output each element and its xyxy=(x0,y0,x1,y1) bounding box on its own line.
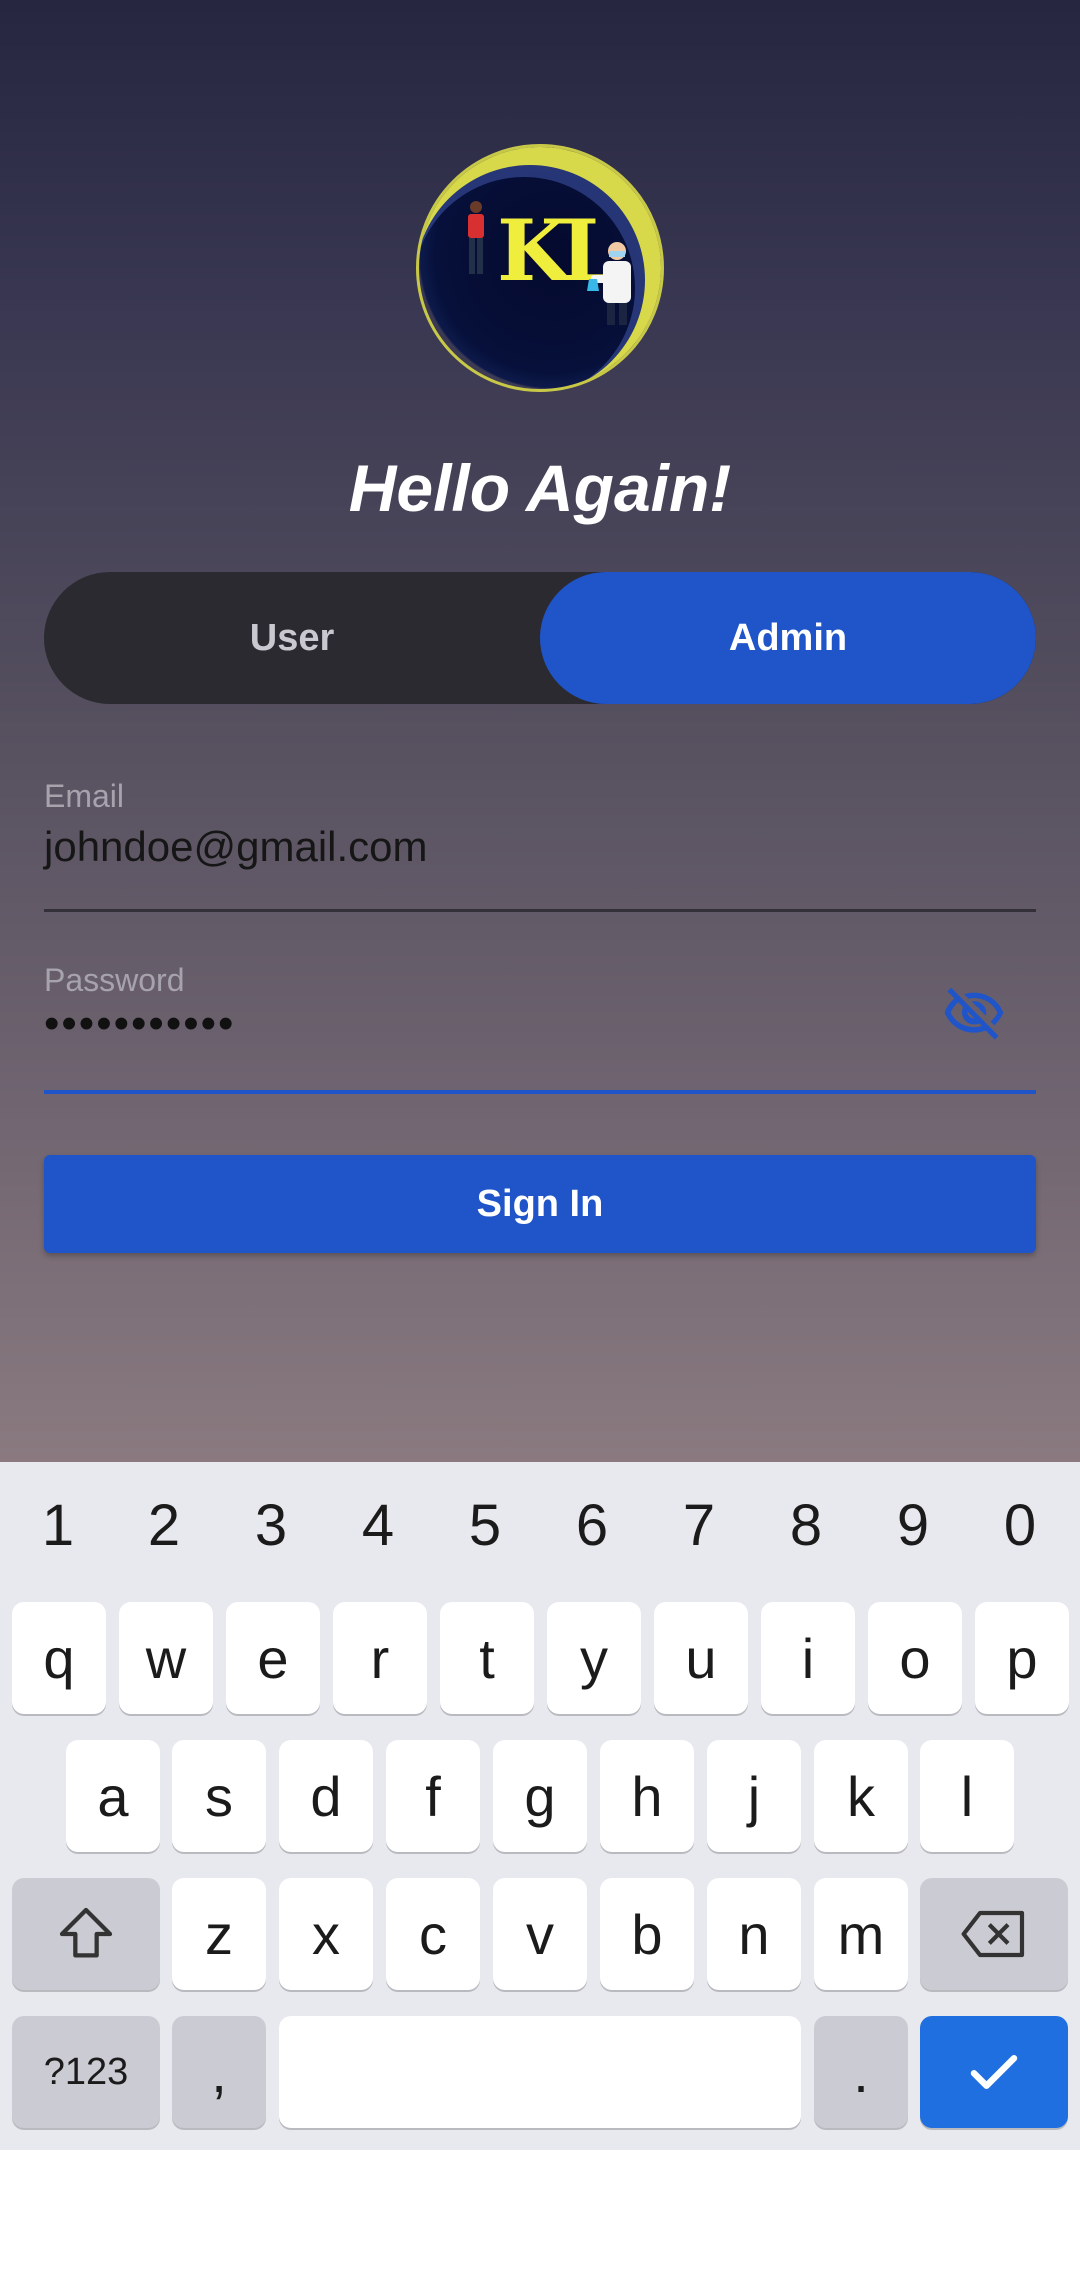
key-f[interactable]: f xyxy=(386,1740,480,1852)
shift-icon xyxy=(59,1907,113,1958)
role-toggle: User Admin xyxy=(44,572,1036,704)
key-o[interactable]: o xyxy=(868,1602,962,1714)
navigation-bar xyxy=(0,2150,1080,2280)
key-m[interactable]: m xyxy=(814,1878,908,1990)
key-u[interactable]: u xyxy=(654,1602,748,1714)
comma-key[interactable]: , xyxy=(172,2016,266,2128)
toggle-admin[interactable]: Admin xyxy=(540,572,1036,704)
key-w[interactable]: w xyxy=(119,1602,213,1714)
key-6[interactable]: 6 xyxy=(552,1492,632,1559)
key-x[interactable]: x xyxy=(279,1878,373,1990)
toggle-user[interactable]: User xyxy=(44,572,540,704)
key-y[interactable]: y xyxy=(547,1602,641,1714)
person-figure-icon xyxy=(468,201,484,274)
onscreen-keyboard: 1 2 3 4 5 6 7 8 9 0 q w e r t y u i o p … xyxy=(0,1462,1080,2150)
key-e[interactable]: e xyxy=(226,1602,320,1714)
key-3[interactable]: 3 xyxy=(231,1492,311,1559)
space-key[interactable] xyxy=(279,2016,801,2128)
key-g[interactable]: g xyxy=(493,1740,587,1852)
key-q[interactable]: q xyxy=(12,1602,106,1714)
email-input[interactable]: johndoe@gmail.com xyxy=(44,823,1036,871)
app-logo: KL xyxy=(416,144,664,392)
password-input[interactable]: ••••••••••• xyxy=(44,999,1036,1049)
key-t[interactable]: t xyxy=(440,1602,534,1714)
key-9[interactable]: 9 xyxy=(873,1492,953,1559)
checkmark-icon xyxy=(970,2055,1018,2089)
key-h[interactable]: h xyxy=(600,1740,694,1852)
scientist-figure-icon xyxy=(587,242,631,325)
key-n[interactable]: n xyxy=(707,1878,801,1990)
sign-in-button[interactable]: Sign In xyxy=(44,1155,1036,1253)
key-v[interactable]: v xyxy=(493,1878,587,1990)
backspace-key[interactable] xyxy=(920,1878,1068,1990)
key-4[interactable]: 4 xyxy=(338,1492,418,1559)
key-d[interactable]: d xyxy=(279,1740,373,1852)
key-i[interactable]: i xyxy=(761,1602,855,1714)
key-2[interactable]: 2 xyxy=(124,1492,204,1559)
visibility-off-icon[interactable] xyxy=(942,982,1006,1046)
key-8[interactable]: 8 xyxy=(766,1492,846,1559)
key-k[interactable]: k xyxy=(814,1740,908,1852)
login-screen: KL Hello Again! User Admin Email johndoe… xyxy=(0,0,1080,1462)
key-c[interactable]: c xyxy=(386,1878,480,1990)
key-b[interactable]: b xyxy=(600,1878,694,1990)
key-s[interactable]: s xyxy=(172,1740,266,1852)
key-7[interactable]: 7 xyxy=(659,1492,739,1559)
email-label: Email xyxy=(44,778,125,814)
key-5[interactable]: 5 xyxy=(445,1492,525,1559)
shift-key[interactable] xyxy=(12,1878,160,1990)
key-p[interactable]: p xyxy=(975,1602,1069,1714)
symbols-key[interactable]: ?123 xyxy=(12,2016,160,2128)
password-field[interactable]: Password ••••••••••• xyxy=(44,962,1036,1094)
password-label: Password xyxy=(44,962,185,998)
key-0[interactable]: 0 xyxy=(980,1492,1060,1559)
key-l[interactable]: l xyxy=(920,1740,1014,1852)
number-row: 1 2 3 4 5 6 7 8 9 0 xyxy=(0,1462,1080,1590)
key-z[interactable]: z xyxy=(172,1878,266,1990)
period-key[interactable]: . xyxy=(814,2016,908,2128)
key-r[interactable]: r xyxy=(333,1602,427,1714)
key-a[interactable]: a xyxy=(66,1740,160,1852)
key-1[interactable]: 1 xyxy=(18,1492,98,1559)
email-field[interactable]: Email johndoe@gmail.com xyxy=(44,778,1036,912)
key-j[interactable]: j xyxy=(707,1740,801,1852)
backspace-icon xyxy=(961,1910,1025,1958)
page-title: Hello Again! xyxy=(348,451,732,525)
enter-key[interactable] xyxy=(920,2016,1068,2128)
